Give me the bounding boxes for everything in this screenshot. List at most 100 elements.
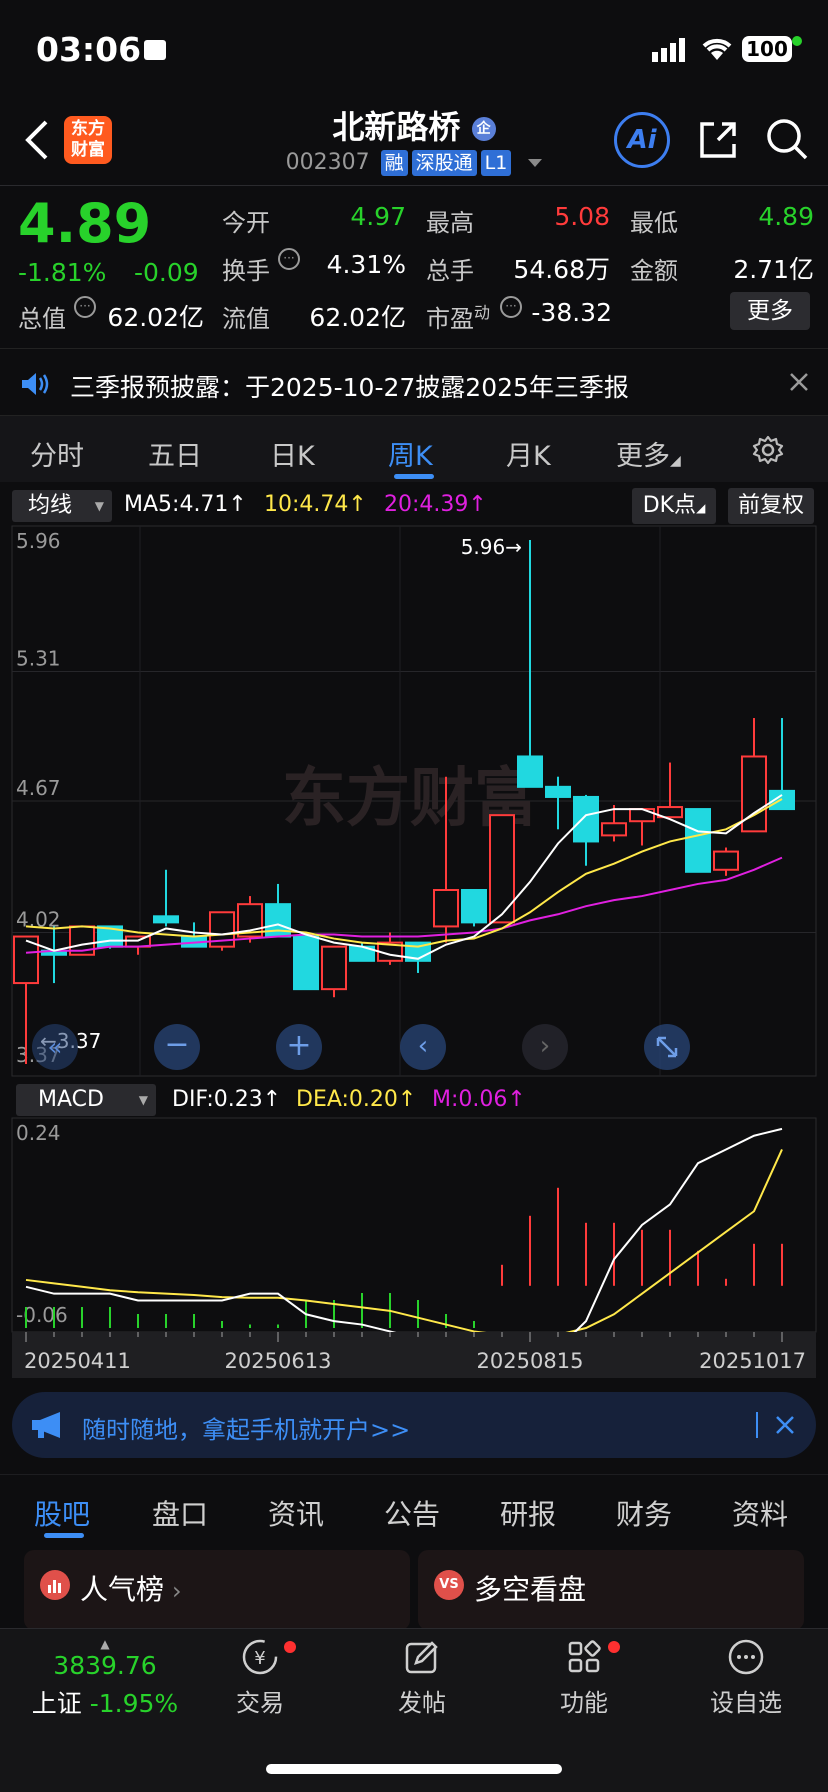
wifi-icon <box>700 36 734 62</box>
dif-legend: DIF:0.23↑ <box>172 1087 282 1112</box>
macd-y-tick-label: 0.24 <box>16 1121 61 1145</box>
tab-intraday[interactable]: 分时 <box>30 434 84 473</box>
zoom-in-button[interactable]: + <box>276 1024 322 1070</box>
bull-bear-card[interactable]: VS 多空看盘 <box>418 1550 804 1630</box>
speaker-icon <box>20 371 50 397</box>
ma5-legend: MA5:4.71↑ <box>124 492 247 517</box>
grid-icon <box>564 1637 604 1677</box>
functions-notification-dot <box>608 1641 620 1653</box>
scroll-left-button[interactable]: ‹ <box>400 1024 446 1070</box>
close-notice-icon[interactable] <box>788 371 810 393</box>
tab-financials[interactable]: 财务 <box>616 1493 672 1533</box>
tab-announcements[interactable]: 公告 <box>384 1493 440 1533</box>
share-icon[interactable] <box>696 118 740 162</box>
adjust-button[interactable]: 前复权 <box>728 488 814 524</box>
shenzhen-connect-tag: 深股通 <box>411 150 477 176</box>
nav-functions[interactable]: 功能 <box>524 1637 644 1718</box>
dk-point-button[interactable]: DK点◢ <box>632 488 716 524</box>
x-tick-label: 20250411 <box>24 1349 131 1373</box>
dropdown-icon[interactable] <box>528 159 543 167</box>
more-quote-button[interactable]: 更多 <box>730 292 810 330</box>
search-icon[interactable] <box>764 116 810 162</box>
megaphone-icon <box>30 1410 66 1440</box>
enterprise-badge: 企 <box>471 117 496 141</box>
nav-functions-label: 功能 <box>560 1689 608 1717</box>
nav-watchlist[interactable]: 设自选 <box>686 1637 806 1718</box>
bull-bear-title: 多空看盘 <box>474 1573 587 1606</box>
pe-value: -38.32 <box>531 298 612 327</box>
tab-order-book[interactable]: 盘口 <box>152 1493 208 1533</box>
index-quote[interactable]: ▲ 3839.76 上证 -1.95% <box>20 1637 190 1720</box>
zoom-out-button[interactable]: − <box>154 1024 200 1070</box>
change-amount: -0.09 <box>134 258 199 287</box>
index-change-row: 上证 -1.95% <box>20 1684 190 1720</box>
scroll-left-far-icon[interactable]: « <box>32 1024 78 1070</box>
popularity-card[interactable]: 人气榜 › <box>24 1550 410 1630</box>
tab-monthly-k[interactable]: 月K <box>506 434 551 473</box>
candle-body <box>321 945 347 991</box>
ranking-icon <box>40 1570 70 1600</box>
stock-code: 002307 <box>285 150 370 175</box>
candlestick-chart[interactable]: 5.965.314.674.023.37东方财富5.96→←3.37 <box>0 520 828 1080</box>
candle-body <box>573 795 599 843</box>
nav-post-label: 发帖 <box>398 1689 446 1717</box>
nav-trade[interactable]: ¥ 交易 <box>200 1637 320 1718</box>
candle-body <box>713 850 739 871</box>
x-tick-label: 20250613 <box>225 1349 332 1373</box>
tab-more-caret-icon: ◢ <box>670 453 681 469</box>
volume-label: 总手 <box>426 257 474 285</box>
candle-body <box>293 935 319 991</box>
battery-icon: 100 <box>742 36 792 62</box>
total-value-info-icon[interactable]: ··· <box>74 296 96 318</box>
turnover-label: 换手 <box>222 257 270 285</box>
tab-weekly-k[interactable]: 周K <box>388 434 433 473</box>
pe-label-text: 市盈 <box>426 305 474 333</box>
banner-divider <box>756 1412 758 1438</box>
ma-indicator-select[interactable]: 均线 ▼ <box>12 490 112 522</box>
ai-button[interactable]: Ai <box>614 112 670 168</box>
open-label: 今开 <box>222 209 270 237</box>
recording-dot-icon <box>792 36 802 46</box>
candle-body <box>545 785 571 798</box>
status-time: 03:06 <box>36 30 142 69</box>
popularity-title-text: 人气榜 <box>80 1573 165 1606</box>
tab-daily-k[interactable]: 日K <box>270 434 315 473</box>
battery-level: 100 <box>746 37 788 61</box>
nav-trade-label: 交易 <box>236 1689 284 1717</box>
candle-body <box>433 889 459 928</box>
settings-gear-icon[interactable] <box>752 434 784 466</box>
change-percent: -1.81% <box>18 258 107 287</box>
status-bar: 03:06 100 <box>0 0 828 96</box>
total-value-label: 总值 <box>18 305 66 333</box>
tab-more[interactable]: 更多◢ <box>616 434 681 473</box>
turnover-info-icon[interactable]: ··· <box>278 248 300 270</box>
turnover-value: 4.31% <box>326 250 406 279</box>
tab-five-day[interactable]: 五日 <box>148 434 202 473</box>
nav-post[interactable]: 发帖 <box>362 1637 482 1718</box>
tab-profile[interactable]: 资料 <box>732 1493 788 1533</box>
tab-research[interactable]: 研报 <box>500 1493 556 1533</box>
pe-info-icon[interactable]: ··· <box>500 296 522 318</box>
pe-label: 市盈动 <box>426 299 490 334</box>
index-caret-icon: ▲ <box>100 1637 110 1651</box>
active-tab-indicator <box>394 474 434 479</box>
tab-forum[interactable]: 股吧 <box>34 1493 90 1533</box>
macd-indicator-select[interactable]: MACD ▼ <box>16 1084 156 1116</box>
stock-header: 东方 财富 北新路桥 企 002307 融深股通 L1 Ai <box>0 96 828 186</box>
macd-chevron-down-icon: ▼ <box>138 1093 148 1107</box>
notice-bar[interactable]: 三季报预披露：于2025-10-27披露2025年三季报 <box>0 348 828 416</box>
stock-name: 北新路桥 <box>332 108 461 146</box>
tab-news[interactable]: 资讯 <box>268 1493 324 1533</box>
macd-chart[interactable]: 0.24 -0.06 20250411 20250613 20250815 2025101… <box>0 1116 828 1380</box>
scroll-right-button[interactable]: › <box>522 1024 568 1070</box>
notice-text: 三季报预披露：于2025-10-27披露2025年三季报 <box>70 373 629 402</box>
open-account-banner[interactable]: 随时随地，拿起手机就开户>> <box>12 1392 816 1458</box>
candle-body <box>461 889 487 924</box>
banner-text: 随时随地，拿起手机就开户>> <box>82 1416 411 1444</box>
total-value: 62.02亿 <box>107 303 204 332</box>
amount-value: 2.71亿 <box>733 255 814 284</box>
candle-body <box>685 808 711 873</box>
m-legend: M:0.06↑ <box>432 1087 526 1112</box>
close-banner-icon[interactable] <box>774 1414 796 1436</box>
fullscreen-icon[interactable] <box>644 1024 690 1070</box>
